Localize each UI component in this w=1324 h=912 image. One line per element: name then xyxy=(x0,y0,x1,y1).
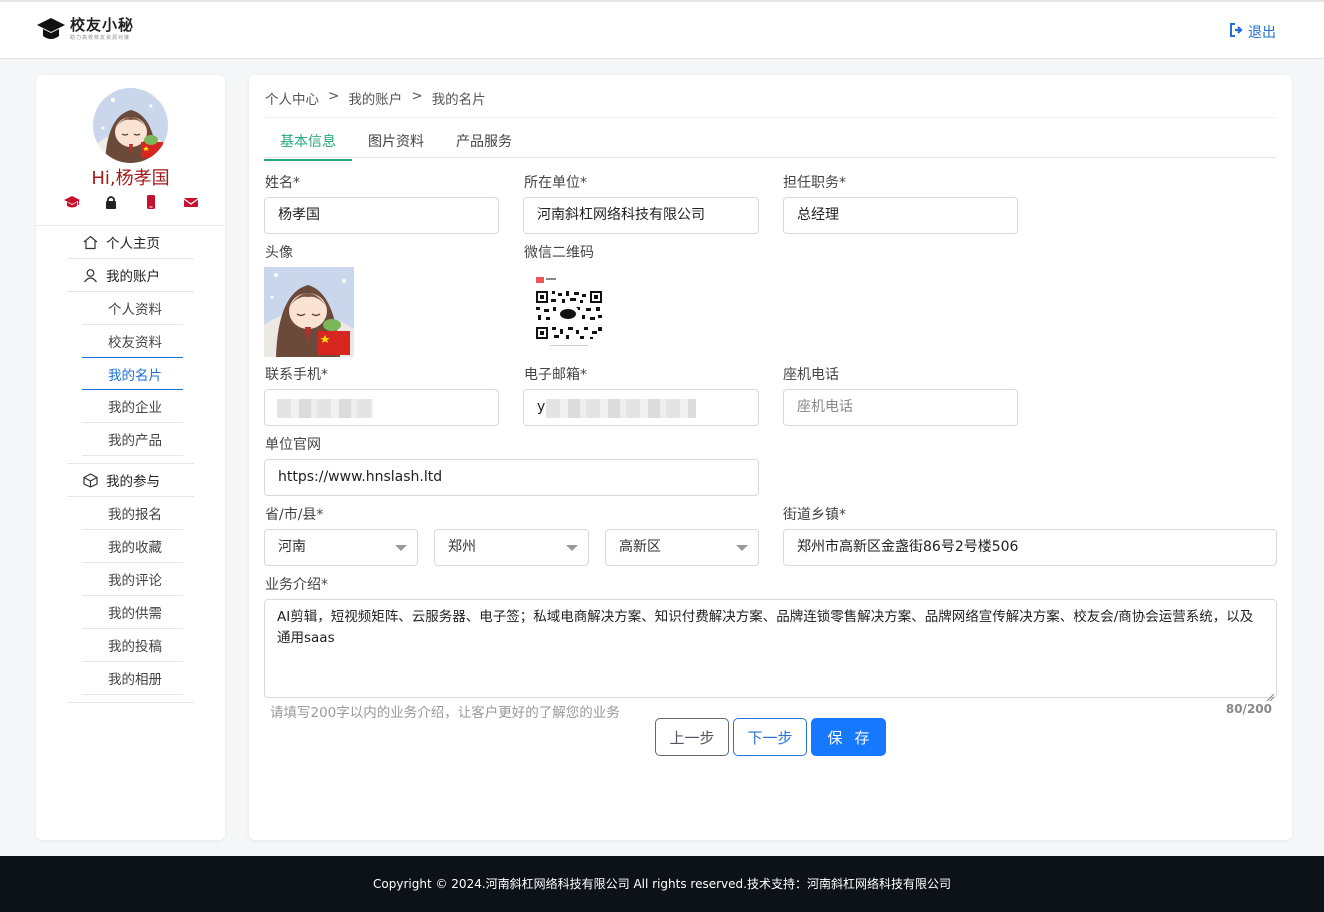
sidebar-item-comments[interactable]: 我的评论 xyxy=(82,563,183,596)
city-select[interactable]: 郑州 xyxy=(434,529,589,566)
logout-label: 退出 xyxy=(1248,25,1276,41)
prev-step-button[interactable]: 上一步 xyxy=(655,718,729,756)
avatar[interactable] xyxy=(93,88,168,163)
company-input[interactable]: 河南斜杠网络科技有限公司 xyxy=(523,197,759,234)
sidebar-item-my-company[interactable]: 我的企业 xyxy=(82,390,183,423)
landline-label: 座机电话 xyxy=(783,367,839,383)
logout-button[interactable]: 退出 xyxy=(1230,22,1276,42)
position-label: 担任职务* xyxy=(783,175,846,191)
phone-icon[interactable] xyxy=(144,195,158,209)
wechat-qr-label: 微信二维码 xyxy=(524,245,594,261)
business-label: 业务介绍* xyxy=(265,577,328,593)
lock-icon[interactable] xyxy=(104,195,118,209)
graduation-cap-logo-icon xyxy=(36,14,66,44)
website-input[interactable]: https://www.hnslash.ltd xyxy=(264,459,759,496)
sidebar-item-label: 个人主页 xyxy=(106,236,160,252)
sidebar-menu: 个人主页 我的账户 个人资料 校友资料 我的名片 我的企业 我的产品 我的参与 … xyxy=(36,225,225,703)
home-icon xyxy=(82,234,98,250)
breadcrumb-item[interactable]: 个人中心 xyxy=(265,88,319,108)
sidebar-item-home[interactable]: 个人主页 xyxy=(67,226,194,259)
sign-out-icon xyxy=(1230,23,1244,41)
name-input[interactable]: 杨孝国 xyxy=(264,197,499,234)
breadcrumb: 个人中心 > 我的账户 > 我的名片 xyxy=(265,88,486,108)
sidebar-item-label: 我的账户 xyxy=(106,269,160,285)
breadcrumb-separator: > xyxy=(411,88,423,104)
save-button[interactable]: 保存 xyxy=(811,718,886,756)
char-counter: 80/200 xyxy=(1225,702,1272,716)
cube-icon xyxy=(82,472,98,488)
logo-title: 校友小秘 xyxy=(70,15,135,34)
position-input[interactable]: 总经理 xyxy=(783,197,1018,234)
main-panel: 个人中心 > 我的账户 > 我的名片 基本信息 图片资料 产品服务 姓名* 杨孝… xyxy=(249,75,1292,840)
chevron-down-icon xyxy=(395,545,407,551)
tab-basic-info[interactable]: 基本信息 xyxy=(264,127,352,161)
chevron-down-icon xyxy=(736,545,748,551)
logo-subtitle: 助力高校校友资源对接 xyxy=(70,34,131,41)
footer: Copyright © 2024.河南斜杠网络科技有限公司 All rights… xyxy=(0,856,1324,912)
sidebar: Hi,杨孝国 个人主页 我的账户 个人资料 校友资料 我的名片 我的企业 我的产… xyxy=(36,75,225,840)
breadcrumb-item: 我的名片 xyxy=(431,92,486,108)
redacted-mask xyxy=(277,399,373,418)
tab-images[interactable]: 图片资料 xyxy=(352,127,440,161)
sidebar-item-participation[interactable]: 我的参与 xyxy=(67,464,194,497)
district-select[interactable]: 高新区 xyxy=(605,529,759,566)
greeting: Hi,杨孝国 xyxy=(91,168,170,189)
next-step-button[interactable]: 下一步 xyxy=(733,718,807,756)
redacted-mask xyxy=(546,399,696,418)
province-select[interactable]: 河南 xyxy=(264,529,418,566)
tab-products-services[interactable]: 产品服务 xyxy=(440,127,528,161)
avatar-upload[interactable] xyxy=(264,267,354,357)
top-header: 校友小秘 助力高校校友资源对接 退出 xyxy=(0,0,1324,59)
logo[interactable]: 校友小秘 助力高校校友资源对接 xyxy=(36,14,134,44)
sidebar-item-favorites[interactable]: 我的收藏 xyxy=(82,530,183,563)
chevron-down-icon xyxy=(566,545,578,551)
sidebar-item-label: 我的参与 xyxy=(106,474,160,490)
email-label: 电子邮箱* xyxy=(524,367,587,383)
region-label: 省/市/县* xyxy=(265,507,324,523)
business-hint: 请填写200字以内的业务介绍，让客户更好的了解您的业务 xyxy=(270,705,620,721)
sidebar-item-registrations[interactable]: 我的报名 xyxy=(82,497,183,530)
resize-handle-icon[interactable] xyxy=(1266,687,1275,702)
sidebar-item-profile[interactable]: 个人资料 xyxy=(82,292,183,325)
graduation-cap-icon[interactable] xyxy=(64,195,80,209)
avatar-label: 头像 xyxy=(265,245,293,261)
breadcrumb-item[interactable]: 我的账户 xyxy=(348,88,402,108)
mail-icon[interactable] xyxy=(183,195,199,209)
email-input[interactable]: y xyxy=(523,389,759,426)
sidebar-item-supply-demand[interactable]: 我的供需 xyxy=(82,596,183,629)
sidebar-item-my-products[interactable]: 我的产品 xyxy=(82,423,183,456)
tab-bar: 基本信息 图片资料 产品服务 xyxy=(264,127,528,161)
name-label: 姓名* xyxy=(265,175,300,191)
breadcrumb-separator: > xyxy=(328,88,340,104)
sidebar-item-albums[interactable]: 我的相册 xyxy=(82,662,183,695)
company-label: 所在单位* xyxy=(524,175,587,191)
mobile-label: 联系手机* xyxy=(265,367,328,383)
copyright-text: Copyright © 2024.河南斜杠网络科技有限公司 All rights… xyxy=(373,877,951,891)
landline-input[interactable]: 座机电话 xyxy=(783,389,1018,426)
street-label: 街道乡镇* xyxy=(783,507,846,523)
sidebar-item-account[interactable]: 我的账户 xyxy=(67,259,194,292)
sidebar-item-alumni-info[interactable]: 校友资料 xyxy=(82,325,183,358)
sidebar-item-business-card[interactable]: 我的名片 xyxy=(82,357,183,390)
website-label: 单位官网 xyxy=(265,437,321,453)
sidebar-item-submissions[interactable]: 我的投稿 xyxy=(82,629,183,662)
mobile-input[interactable] xyxy=(264,389,499,426)
wechat-qr-upload[interactable] xyxy=(524,267,614,357)
street-input[interactable]: 郑州市高新区金盏街86号2号楼506 xyxy=(783,529,1277,566)
business-textarea[interactable]: AI剪辑，短视频矩阵、云服务器、电子签；私域电商解决方案、知识付费解决方案、品牌… xyxy=(264,599,1277,702)
user-icon xyxy=(82,267,98,283)
quick-icons xyxy=(64,195,199,209)
